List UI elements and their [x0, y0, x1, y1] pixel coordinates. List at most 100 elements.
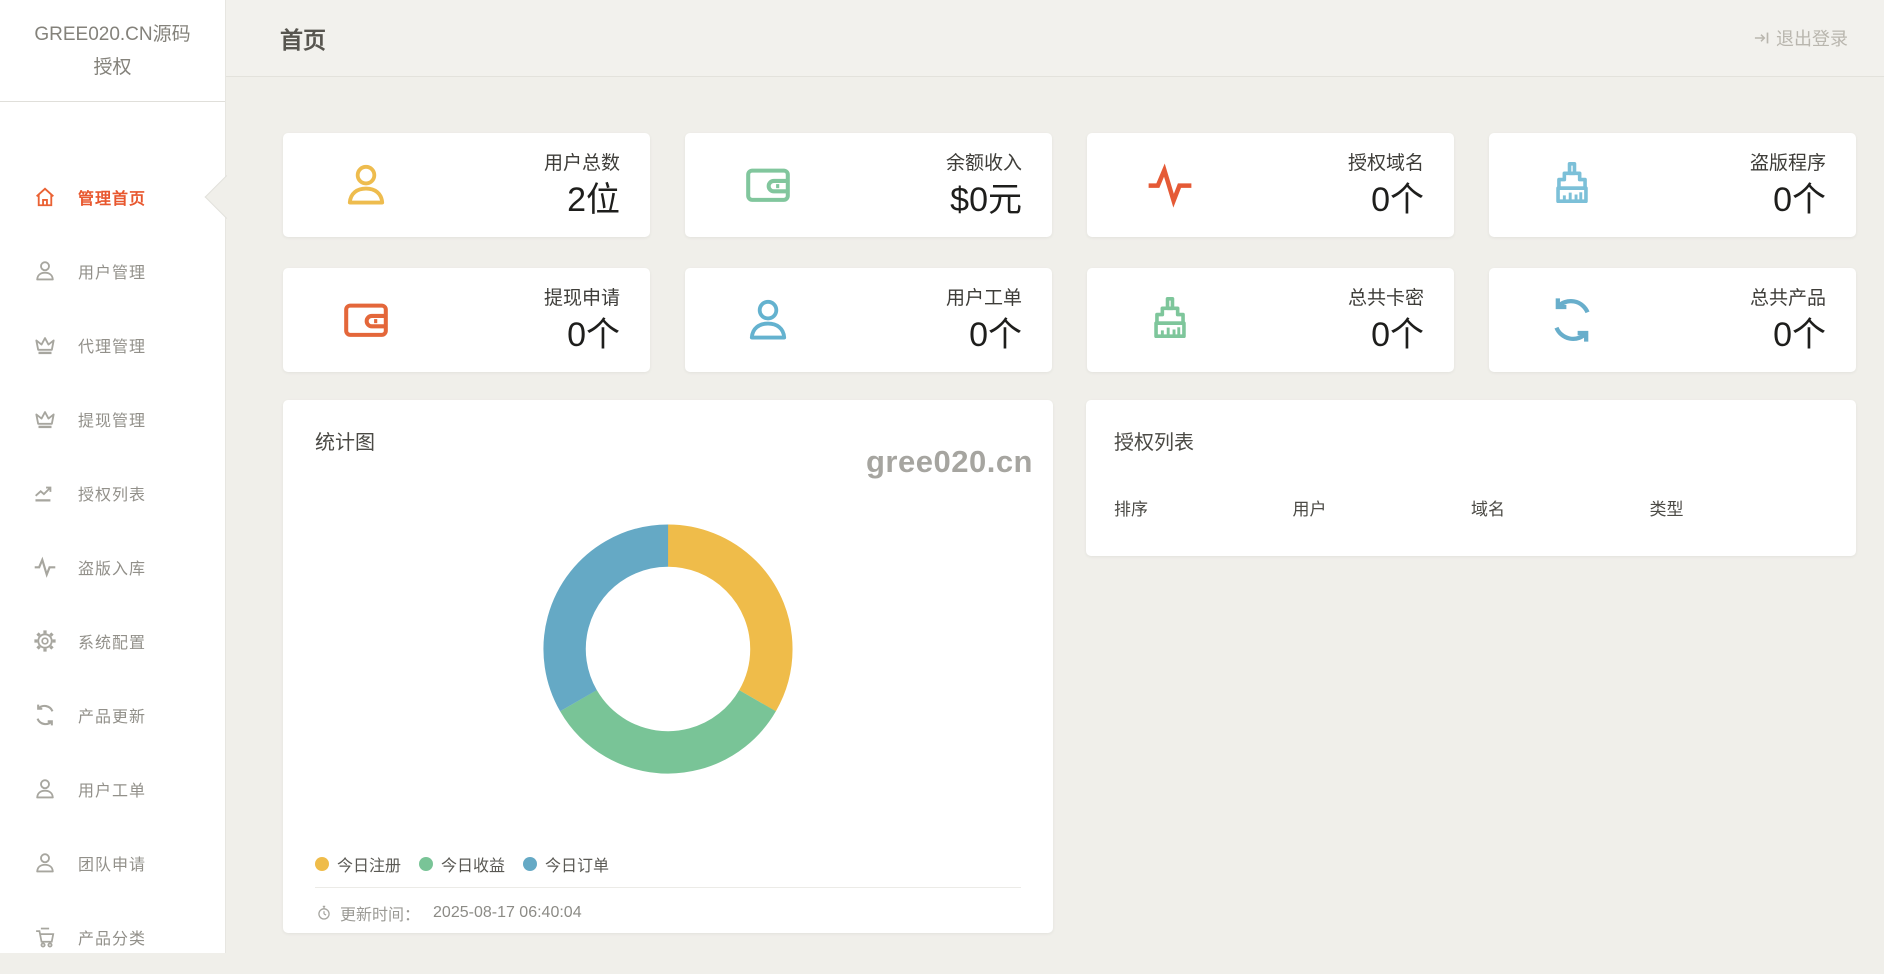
stat-label: 总共卡密 — [1348, 289, 1424, 308]
stat-value: 0个 — [544, 318, 620, 352]
sidebar-item-piracy-store[interactable]: 盗版入库 — [0, 530, 225, 604]
stat-value: 0个 — [1348, 318, 1424, 352]
sidebar-item-label: 系统配置 — [78, 629, 146, 653]
page-title: 首页 — [226, 21, 326, 55]
update-time-value: 2025-08-17 06:40:04 — [433, 904, 582, 922]
stat-cards: 用户总数2位余额收入$0元授权域名0个盗版程序0个提现申请0个用户工单0个总共卡… — [283, 133, 1856, 372]
auth-column-header-1: 用户 — [1293, 495, 1472, 520]
legend-label: 今日订单 — [545, 852, 609, 876]
legend-item-0[interactable]: 今日注册 — [315, 852, 401, 876]
trend-icon — [32, 480, 58, 506]
legend-item-2[interactable]: 今日订单 — [523, 852, 609, 876]
chart-legend: 今日注册 今日收益 今日订单 — [315, 854, 1021, 874]
sidebar-item-label: 提现管理 — [78, 407, 146, 431]
refresh-icon — [1545, 293, 1599, 347]
sidebar-item-label: 用户管理 — [78, 259, 146, 283]
wallet-icon — [339, 293, 393, 347]
stat-card-withdraw-requests: 提现申请 0个 — [283, 268, 650, 372]
legend-dot — [523, 857, 537, 871]
sidebar-item-label: 团队申请 — [78, 851, 146, 875]
user-icon — [32, 258, 58, 284]
stat-label: 总共产品 — [1750, 289, 1826, 308]
sidebar-item-agents[interactable]: 代理管理 — [0, 308, 225, 382]
legend-label: 今日收益 — [441, 852, 505, 876]
stat-label: 余额收入 — [946, 154, 1022, 173]
update-time-row: 更新时间： 2025-08-17 06:40:04 — [315, 888, 1021, 925]
sidebar-item-label: 产品分类 — [78, 925, 146, 949]
legend-label: 今日注册 — [337, 852, 401, 876]
stat-text: 盗版程序 0个 — [1750, 154, 1826, 217]
sidebar-item-label: 盗版入库 — [78, 555, 146, 579]
brush-icon — [1545, 158, 1599, 212]
sidebar-nav: 管理首页用户管理代理管理提现管理授权列表盗版入库系统配置产品更新用户工单团队申请… — [0, 160, 225, 974]
stat-value: $0元 — [946, 183, 1022, 217]
auth-panel-title: 授权列表 — [1114, 426, 1828, 455]
sidebar-item-label: 代理管理 — [78, 333, 146, 357]
stat-card-pirate-programs: 盗版程序 0个 — [1489, 133, 1856, 237]
stat-value: 0个 — [1750, 318, 1826, 352]
pulse-icon — [1143, 158, 1197, 212]
legend-dot — [315, 857, 329, 871]
stat-value: 0个 — [1750, 183, 1826, 217]
sidebar-item-auth-list[interactable]: 授权列表 — [0, 456, 225, 530]
user-icon — [741, 293, 795, 347]
pulse-icon — [32, 554, 58, 580]
stat-text: 余额收入 $0元 — [946, 154, 1022, 217]
stat-text: 提现申请 0个 — [544, 289, 620, 352]
sidebar-item-label: 产品更新 — [78, 703, 146, 727]
stat-label: 用户工单 — [946, 289, 1022, 308]
stat-label: 盗版程序 — [1750, 154, 1826, 173]
stat-card-total-cardkeys: 总共卡密 0个 — [1087, 268, 1454, 372]
sidebar-item-withdraw-manage[interactable]: 提现管理 — [0, 382, 225, 456]
header: 首页 退出登录 — [226, 0, 1884, 77]
crown-icon — [32, 406, 58, 432]
update-time-label: 更新时间： — [340, 901, 420, 925]
donut-chart — [315, 521, 1021, 777]
main-content: 用户总数2位余额收入$0元授权域名0个盗版程序0个提现申请0个用户工单0个总共卡… — [226, 77, 1884, 953]
stat-value: 2位 — [544, 183, 620, 217]
stat-text: 授权域名0个 — [1348, 154, 1424, 217]
sidebar-item-users[interactable]: 用户管理 — [0, 234, 225, 308]
stat-text: 用户总数 2位 — [544, 154, 620, 217]
sidebar-item-system-config[interactable]: 系统配置 — [0, 604, 225, 678]
logout-icon — [1752, 28, 1772, 48]
auth-list-panel: 授权列表 排序用户域名类型 — [1086, 400, 1856, 556]
sidebar-item-user-tickets[interactable]: 用户工单 — [0, 752, 225, 826]
stat-text: 用户工单 0个 — [946, 289, 1022, 352]
stat-label: 提现申请 — [544, 289, 620, 308]
gear-icon — [32, 628, 58, 654]
brush-icon — [1143, 293, 1197, 347]
stat-card-total-users: 用户总数 2位 — [283, 133, 650, 237]
stat-value: 0个 — [1348, 183, 1424, 217]
stat-card-auth-domains: 授权域名0个 — [1087, 133, 1454, 237]
app-logo-text: GREE020.CN源码授权 — [27, 18, 199, 85]
sidebar-item-label: 授权列表 — [78, 481, 146, 505]
auth-column-header-2: 域名 — [1471, 495, 1650, 520]
clock-icon — [315, 904, 333, 922]
stat-card-balance-income: 余额收入 $0元 — [685, 133, 1052, 237]
sidebar: GREE020.CN源码授权 管理首页用户管理代理管理提现管理授权列表盗版入库系… — [0, 0, 226, 953]
sidebar-item-home[interactable]: 管理首页 — [0, 160, 225, 234]
user-icon — [32, 776, 58, 802]
stat-value: 0个 — [946, 318, 1022, 352]
sidebar-item-product-update[interactable]: 产品更新 — [0, 678, 225, 752]
watermark: gree020.cn — [866, 444, 1033, 480]
stat-text: 总共卡密 0个 — [1348, 289, 1424, 352]
sidebar-item-team-apply[interactable]: 团队申请 — [0, 826, 225, 900]
legend-item-1[interactable]: 今日收益 — [419, 852, 505, 876]
crown-icon — [32, 332, 58, 358]
user-icon — [32, 850, 58, 876]
panels-row: 统计图 gree020.cn 今日注册今日收益今日订单 更新时间： 2025-0… — [283, 400, 1856, 933]
auth-table-header: 排序用户域名类型 — [1114, 495, 1828, 520]
stat-label: 用户总数 — [544, 154, 620, 173]
stat-text: 总共产品 0个 — [1750, 289, 1826, 352]
legend-dot — [419, 857, 433, 871]
wallet-icon — [741, 158, 795, 212]
logout-button[interactable]: 退出登录 — [1752, 25, 1884, 51]
cart-icon — [32, 924, 58, 950]
auth-column-header-0: 排序 — [1114, 495, 1293, 520]
sidebar-item-product-category[interactable]: 产品分类 — [0, 900, 225, 974]
sidebar-item-label: 用户工单 — [78, 777, 146, 801]
stats-chart-panel: 统计图 gree020.cn 今日注册今日收益今日订单 更新时间： 2025-0… — [283, 400, 1053, 933]
app-logo: GREE020.CN源码授权 — [0, 0, 225, 102]
